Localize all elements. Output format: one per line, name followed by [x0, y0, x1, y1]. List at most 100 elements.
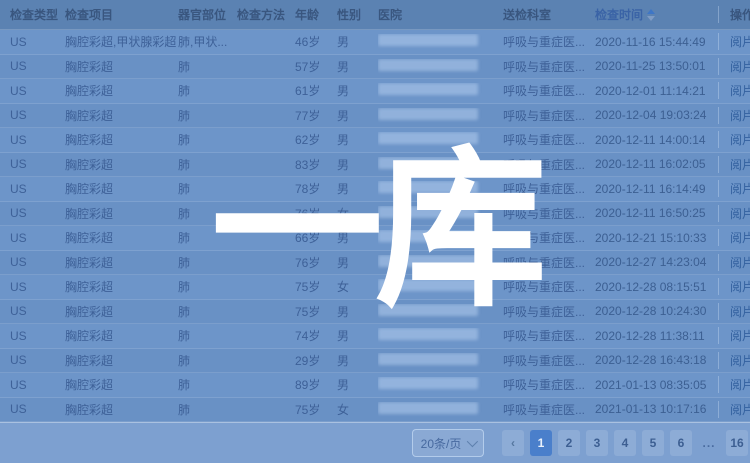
hospital-redacted-bar [378, 83, 478, 95]
hospital-redacted-bar [378, 230, 478, 242]
cell-age: 76岁 [295, 205, 337, 222]
cell-age: 66岁 [295, 229, 337, 246]
cell-gender: 男 [337, 180, 378, 197]
cell-age: 57岁 [295, 58, 337, 75]
cell-item: 胸腔彩超,甲状腺彩超 [65, 33, 178, 50]
column-header-department: 送检科室 [503, 6, 595, 23]
cell-organ: 肺 [178, 156, 237, 173]
view-film-link[interactable]: 阅片 [730, 329, 750, 343]
view-film-link[interactable]: 阅片 [730, 403, 750, 417]
cell-hospital [378, 157, 503, 172]
cell-age: 75岁 [295, 303, 337, 320]
table-footer: 20条/页 ‹ 123456... 16 [0, 422, 750, 463]
cell-action: 阅片 [718, 303, 750, 320]
view-film-link[interactable]: 阅片 [730, 35, 750, 49]
cell-item: 胸腔彩超 [65, 401, 178, 418]
table-header-row: 检查类型 检查项目 器官部位 检查方法 年龄 性别 医院 送检科室 检查时间 操… [0, 0, 750, 30]
table-body: US胸腔彩超,甲状腺彩超肺,甲状...46岁男呼吸与重症医...2020-11-… [0, 30, 750, 422]
cell-item: 胸腔彩超 [65, 107, 178, 124]
cell-type: US [10, 329, 65, 343]
cell-time: 2020-12-27 14:23:04 [595, 255, 718, 269]
view-film-link[interactable]: 阅片 [730, 158, 750, 172]
view-film-link[interactable]: 阅片 [730, 182, 750, 196]
cell-gender: 男 [337, 352, 378, 369]
page-size-select[interactable]: 20条/页 [412, 429, 484, 457]
view-film-link[interactable]: 阅片 [730, 133, 750, 147]
cell-organ: 肺 [178, 303, 237, 320]
cell-dept: 呼吸与重症医... [503, 327, 595, 344]
page-button-16[interactable]: 16 [726, 430, 748, 456]
table-row: US胸腔彩超肺66岁男呼吸与重症医...2020-12-21 15:10:33阅… [0, 226, 750, 251]
view-film-link[interactable]: 阅片 [730, 60, 750, 74]
page-button-6[interactable]: 6 [670, 430, 692, 456]
exam-list-page: 检查类型 检查项目 器官部位 检查方法 年龄 性别 医院 送检科室 检查时间 操… [0, 0, 750, 462]
cell-organ: 肺,甲状... [178, 33, 237, 50]
page-button-2[interactable]: 2 [558, 430, 580, 456]
column-header-exam-item: 检查项目 [65, 6, 178, 23]
cell-time: 2020-11-25 13:50:01 [595, 59, 718, 73]
cell-item: 胸腔彩超 [65, 229, 178, 246]
hospital-redacted-bar [378, 304, 478, 316]
cell-gender: 男 [337, 107, 378, 124]
cell-time: 2021-01-13 10:17:16 [595, 402, 718, 416]
hospital-redacted-bar [378, 181, 478, 193]
cell-time: 2020-12-28 16:43:18 [595, 353, 718, 367]
table-row: US胸腔彩超肺78岁男呼吸与重症医...2020-12-11 16:14:49阅… [0, 177, 750, 202]
view-film-link[interactable]: 阅片 [730, 280, 750, 294]
cell-type: US [10, 402, 65, 416]
table-row: US胸腔彩超肺75岁女呼吸与重症医...2020-12-28 08:15:51阅… [0, 275, 750, 300]
cell-gender: 女 [337, 278, 378, 295]
page-button-4[interactable]: 4 [614, 430, 636, 456]
cell-item: 胸腔彩超 [65, 82, 178, 99]
hospital-redacted-bar [378, 328, 478, 340]
cell-age: 61岁 [295, 82, 337, 99]
chevron-down-icon [467, 436, 478, 447]
view-film-link[interactable]: 阅片 [730, 109, 750, 123]
cell-type: US [10, 59, 65, 73]
hospital-redacted-bar [378, 34, 478, 46]
exam-time-header-label: 检查时间 [595, 6, 643, 23]
column-header-action: 操作 [718, 6, 750, 23]
cell-action: 阅片 [718, 376, 750, 393]
view-film-link[interactable]: 阅片 [730, 354, 750, 368]
column-header-exam-time-sortable[interactable]: 检查时间 [595, 6, 718, 23]
hospital-redacted-bar [378, 255, 478, 267]
view-film-link[interactable]: 阅片 [730, 207, 750, 221]
cell-dept: 呼吸与重症医... [503, 82, 595, 99]
view-film-link[interactable]: 阅片 [730, 231, 750, 245]
cell-hospital [378, 132, 503, 147]
view-film-link[interactable]: 阅片 [730, 256, 750, 270]
cell-action: 阅片 [718, 254, 750, 271]
view-film-link[interactable]: 阅片 [730, 84, 750, 98]
page-button-5[interactable]: 5 [642, 430, 664, 456]
cell-organ: 肺 [178, 82, 237, 99]
pager-more-icon[interactable]: ... [698, 430, 720, 456]
cell-gender: 男 [337, 131, 378, 148]
cell-time: 2020-12-04 19:03:24 [595, 108, 718, 122]
cell-organ: 肺 [178, 352, 237, 369]
cell-time: 2020-12-11 14:00:14 [595, 133, 718, 147]
cell-organ: 肺 [178, 254, 237, 271]
cell-gender: 男 [337, 156, 378, 173]
view-film-link[interactable]: 阅片 [730, 305, 750, 319]
cell-time: 2020-12-28 10:24:30 [595, 304, 718, 318]
cell-hospital [378, 230, 503, 245]
cell-item: 胸腔彩超 [65, 156, 178, 173]
cell-gender: 男 [337, 82, 378, 99]
cell-dept: 呼吸与重症医... [503, 254, 595, 271]
cell-action: 阅片 [718, 58, 750, 75]
view-film-link[interactable]: 阅片 [730, 378, 750, 392]
cell-type: US [10, 182, 65, 196]
cell-organ: 肺 [178, 229, 237, 246]
cell-hospital [378, 377, 503, 392]
cell-hospital [378, 255, 503, 270]
hospital-redacted-bar [378, 132, 478, 144]
cell-gender: 男 [337, 229, 378, 246]
cell-hospital [378, 181, 503, 196]
prev-page-button[interactable]: ‹ [502, 430, 524, 456]
sort-caret-icon[interactable] [647, 9, 655, 21]
column-header-organ: 器官部位 [178, 6, 237, 23]
page-button-1[interactable]: 1 [530, 430, 552, 456]
cell-age: 62岁 [295, 131, 337, 148]
page-button-3[interactable]: 3 [586, 430, 608, 456]
